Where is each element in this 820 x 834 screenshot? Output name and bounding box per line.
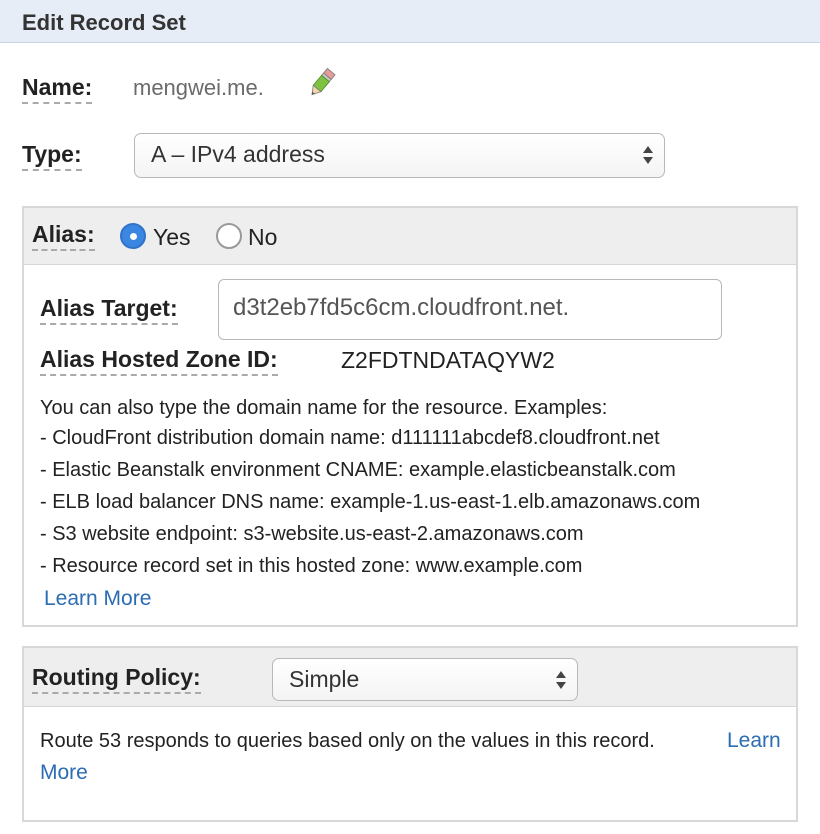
alias-hosted-zone-label: Alias Hosted Zone ID: xyxy=(40,346,278,376)
select-arrows-icon xyxy=(556,671,566,689)
routing-policy-description: Route 53 responds to queries based only … xyxy=(40,730,655,752)
alias-target-label: Alias Target: xyxy=(40,295,178,325)
select-arrows-icon xyxy=(643,146,653,164)
alias-example-item: - Resource record set in this hosted zon… xyxy=(40,555,583,577)
alias-learn-more-link[interactable]: Learn More xyxy=(44,587,151,611)
alias-no-radio[interactable] xyxy=(216,223,242,249)
type-label: Type: xyxy=(22,141,82,171)
type-select-value: A – IPv4 address xyxy=(151,141,325,167)
alias-yes-label[interactable]: Yes xyxy=(153,224,191,251)
alias-example-item: - Elastic Beanstalk environment CNAME: e… xyxy=(40,459,676,481)
alias-target-input[interactable]: d3t2eb7fd5c6cm.cloudfront.net. xyxy=(218,279,722,340)
alias-label: Alias: xyxy=(32,221,95,251)
routing-policy-value: Simple xyxy=(289,666,360,692)
alias-example-item: - S3 website endpoint: s3-website.us-eas… xyxy=(40,523,584,545)
dialog-header: Edit Record Set xyxy=(0,0,820,43)
alias-example-item: - CloudFront distribution domain name: d… xyxy=(40,427,660,449)
dialog-title: Edit Record Set xyxy=(22,10,186,35)
alias-help-intro: You can also type the domain name for th… xyxy=(40,397,608,419)
routing-policy-select[interactable]: Simple xyxy=(272,658,578,701)
alias-example-item: - ELB load balancer DNS name: example-1.… xyxy=(40,491,701,513)
alias-target-value: d3t2eb7fd5c6cm.cloudfront.net. xyxy=(233,294,570,321)
pencil-edit-icon[interactable] xyxy=(306,66,340,100)
alias-hosted-zone-value: Z2FDTNDATAQYW2 xyxy=(341,347,555,373)
type-select[interactable]: A – IPv4 address xyxy=(134,133,665,178)
name-value: mengwei.me. xyxy=(133,75,264,100)
name-label: Name: xyxy=(22,74,93,104)
routing-learn-more-link[interactable]: More xyxy=(40,761,88,785)
alias-no-label[interactable]: No xyxy=(248,224,277,251)
routing-policy-label: Routing Policy: xyxy=(32,664,201,694)
routing-learn-more-link[interactable]: Learn xyxy=(727,729,781,753)
alias-yes-radio[interactable] xyxy=(120,223,146,249)
